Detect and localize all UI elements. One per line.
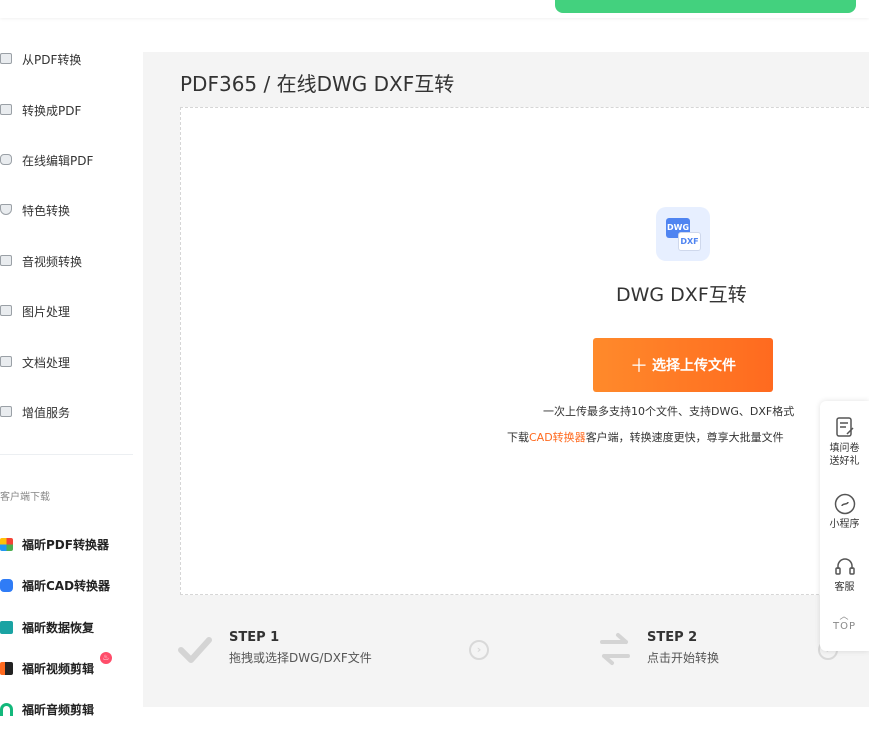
sidebar-item-edit-pdf[interactable]: 在线编辑PDF bbox=[0, 148, 93, 172]
sidebar-item-media-convert[interactable]: 音视频转换 bbox=[0, 249, 82, 273]
customer-service-label: 客服 bbox=[834, 582, 855, 593]
chevron-up-icon: ︿ bbox=[839, 612, 850, 622]
client-item-label: 福昕音频剪辑 bbox=[22, 702, 95, 717]
sidebar-item-label: 从PDF转换 bbox=[22, 52, 82, 67]
dwg-dxf-tool-icon: DWG DXF bbox=[656, 207, 710, 261]
client-item-cad-converter[interactable]: 福昕CAD转换器 bbox=[0, 574, 110, 596]
dxf-label: DXF bbox=[678, 232, 701, 251]
step-description: 点击开始转换 bbox=[647, 651, 720, 665]
upload-file-button[interactable]: ＋ 选择上传文件 bbox=[593, 338, 773, 392]
client-item-video-editor[interactable]: 福昕视频剪辑 bbox=[0, 657, 94, 679]
sidebar-item-label: 特色转换 bbox=[22, 203, 71, 218]
pdf-converter-app-icon bbox=[0, 537, 13, 551]
client-item-label: 福昕数据恢复 bbox=[22, 620, 95, 635]
survey-label-2: 送好礼 bbox=[829, 456, 860, 467]
plus-icon: ＋ bbox=[630, 356, 648, 376]
arrow-right-icon: › bbox=[469, 640, 489, 660]
client-item-data-recovery[interactable]: 福昕数据恢复 bbox=[0, 616, 94, 638]
tool-name: DWG DXF互转 bbox=[616, 284, 747, 306]
step-title: STEP 1 bbox=[229, 630, 280, 645]
image-icon bbox=[0, 305, 14, 317]
cad-converter-app-icon bbox=[0, 578, 13, 592]
document-icon bbox=[0, 356, 14, 368]
survey-label-1: 填问卷 bbox=[829, 443, 860, 454]
sidebar-divider bbox=[0, 454, 133, 455]
info-suffix: 客户端，转换速度更快，尊享大批量文件 bbox=[585, 431, 784, 444]
upload-limit-info: 一次上传最多支持10个文件、支持DWG、DXF格式 bbox=[543, 405, 795, 418]
checkmark-icon bbox=[178, 637, 212, 663]
floating-service-panel: 填问卷 送好礼 小程序 客服 ︿ TOP bbox=[820, 401, 869, 651]
hot-badge-icon: ♨ bbox=[100, 652, 112, 664]
mini-program-button[interactable]: 小程序 bbox=[820, 493, 869, 531]
survey-button[interactable]: 填问卷 送好礼 bbox=[820, 417, 869, 468]
survey-icon bbox=[835, 417, 854, 437]
step-1: STEP 1 拖拽或选择DWG/DXF文件 bbox=[229, 630, 372, 666]
media-convert-icon bbox=[0, 255, 14, 267]
pdf-convert-icon bbox=[0, 53, 14, 65]
edit-pdf-icon bbox=[0, 154, 14, 166]
client-download-info: 下载CAD转换器客户端，转换速度更快，尊享大批量文件 bbox=[507, 429, 784, 445]
headset-icon bbox=[834, 558, 855, 575]
client-item-label: 福昕PDF转换器 bbox=[22, 537, 109, 552]
cad-converter-link[interactable]: CAD转换器 bbox=[529, 431, 586, 444]
mini-program-label: 小程序 bbox=[829, 519, 860, 530]
sidebar-item-label: 在线编辑PDF bbox=[22, 153, 94, 168]
client-item-pdf-converter[interactable]: 福昕PDF转换器 bbox=[0, 533, 109, 555]
sidebar-item-to-pdf[interactable]: 转换成PDF bbox=[0, 98, 81, 122]
sidebar-item-label: 图片处理 bbox=[22, 304, 71, 319]
step-title: STEP 2 bbox=[647, 630, 698, 645]
sidebar-item-label: 增值服务 bbox=[22, 405, 71, 420]
step-2: STEP 2 点击开始转换 bbox=[647, 630, 719, 666]
swap-arrows-icon bbox=[600, 633, 630, 665]
sidebar-item-label: 转换成PDF bbox=[22, 103, 82, 118]
page-title: PDF365 / 在线DWG DXF互转 bbox=[180, 72, 455, 96]
sidebar-item-from-pdf[interactable]: 从PDF转换 bbox=[0, 47, 81, 71]
audio-editor-app-icon bbox=[0, 702, 13, 716]
client-section-title: 客户端下载 bbox=[0, 492, 50, 503]
notification-toast bbox=[555, 0, 856, 13]
sidebar-item-label: 文档处理 bbox=[22, 355, 71, 370]
client-item-label: 福昕视频剪辑 bbox=[22, 661, 95, 676]
service-icon bbox=[0, 406, 14, 418]
back-to-top-button[interactable]: ︿ TOP bbox=[820, 612, 869, 633]
sidebar-item-image[interactable]: 图片处理 bbox=[0, 299, 70, 323]
video-editor-app-icon bbox=[0, 661, 13, 675]
customer-service-button[interactable]: 客服 bbox=[820, 556, 869, 594]
sidebar-item-document[interactable]: 文档处理 bbox=[0, 350, 70, 374]
client-item-audio-editor[interactable]: 福昕音频剪辑 bbox=[0, 698, 94, 720]
data-recovery-app-icon bbox=[0, 620, 13, 634]
sidebar-item-label: 音视频转换 bbox=[22, 254, 83, 269]
sidebar-item-service[interactable]: 增值服务 bbox=[0, 400, 70, 424]
step-description: 拖拽或选择DWG/DXF文件 bbox=[229, 651, 372, 665]
upload-button-label: 选择上传文件 bbox=[652, 357, 736, 373]
sidebar-item-special-convert[interactable]: 特色转换 bbox=[0, 198, 70, 222]
client-item-label: 福昕CAD转换器 bbox=[22, 578, 111, 593]
to-pdf-icon bbox=[0, 104, 14, 116]
special-convert-icon bbox=[0, 204, 14, 216]
info-prefix: 下载 bbox=[507, 431, 529, 444]
top-label: TOP bbox=[832, 621, 856, 632]
mini-program-icon bbox=[834, 493, 855, 515]
